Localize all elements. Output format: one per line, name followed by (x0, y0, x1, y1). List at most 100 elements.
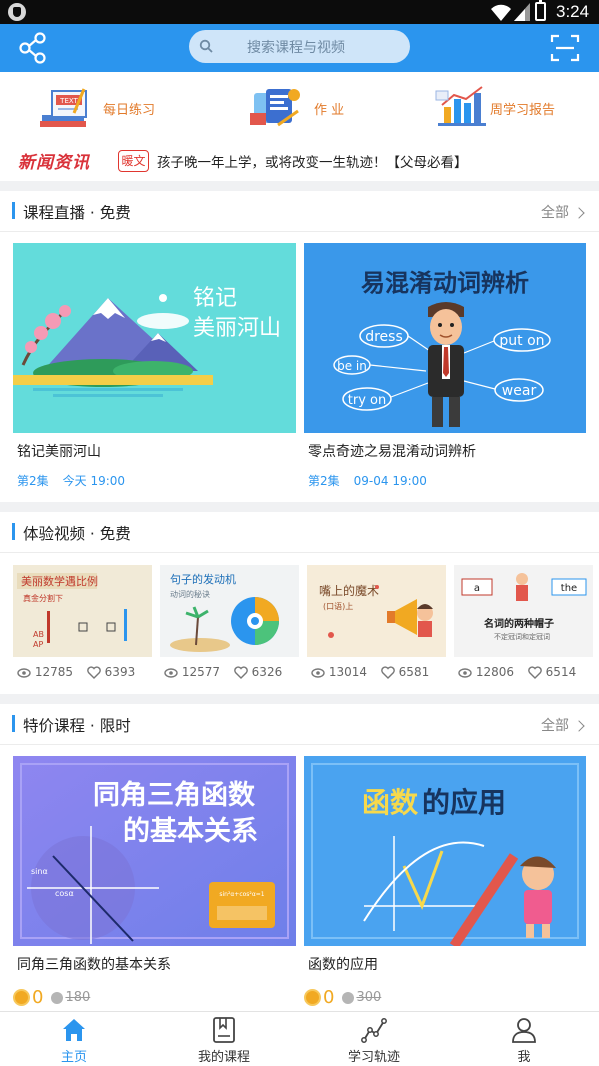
shortcut-label: 每日练习 (103, 103, 156, 118)
schedule-time: 今天 19:00 (62, 474, 126, 488)
thumbnail-text: 美丽河山 (193, 316, 281, 341)
bottom-nav: 主页 我的课程 学习轨迹 我 (0, 1011, 599, 1066)
nav-learning-track[interactable]: 学习轨迹 (314, 1012, 434, 1066)
svg-text:sinα: sinα (31, 867, 48, 876)
video-thumbnail: 句子的发动机 动词的秘诀 (160, 565, 299, 657)
svg-text:AP: AP (33, 640, 43, 649)
share-icon[interactable] (18, 32, 48, 64)
nav-home[interactable]: 主页 (14, 1012, 134, 1066)
like-count: 6326 (251, 665, 283, 679)
eye-icon (17, 667, 31, 678)
special-course-card[interactable]: 函数 的应用 函数的应用 0 300 (304, 756, 586, 1008)
course-thumbnail: 易混淆动词辨析 dress put on be in wear try on (304, 243, 586, 433)
thumbnail-text: 句子的发动机 (170, 572, 236, 586)
original-price: 180 (65, 990, 91, 1005)
notification-icon (8, 3, 26, 21)
current-price: 0 (323, 987, 335, 1008)
section-title: 课程直播 · 免费 (23, 204, 131, 222)
news-headline[interactable]: 孩子晚一年上学，或将改变一生轨迹！【父母必看】 (157, 151, 468, 171)
course-thumbnail: 铭记 美丽河山 (13, 243, 296, 433)
section-title: 体验视频 · 免费 (23, 525, 131, 543)
news-tag: 暖文 (118, 150, 149, 172)
view-count: 13014 (328, 665, 368, 679)
like-count: 6393 (104, 665, 136, 679)
nav-label: 我的课程 (197, 1050, 250, 1065)
divider (0, 552, 599, 553)
news-logo: 新闻资讯 (18, 153, 90, 173)
special-more-button[interactable]: 全部 (541, 715, 585, 735)
battery-icon (535, 0, 546, 21)
episode-label: 第2集 (17, 474, 49, 488)
eye-icon (311, 667, 325, 678)
trial-video-card[interactable]: a the 名词的两种帽子 不定冠词和定冠词 12806 6514 (454, 565, 593, 685)
top-bar: 搜索课程与视频 (0, 24, 599, 72)
view-count: 12806 (475, 665, 515, 679)
shortcut-daily-practice[interactable]: TEXT 每日练习 (38, 82, 168, 132)
thumbnail-title: 易混淆动词辨析 (361, 269, 529, 297)
svg-text:TEXT: TEXT (59, 97, 78, 105)
course-thumbnail: 同角三角函数 的基本关系 sinα cosα sin²α+cos²α=1 (13, 756, 296, 946)
thumbnail-title: 的应用 (422, 786, 506, 819)
special-course-card[interactable]: 同角三角函数 的基本关系 sinα cosα sin²α+cos²α=1 同角三… (13, 756, 296, 1008)
like-count: 6581 (398, 665, 430, 679)
price-tag: 0 180 (13, 987, 90, 1008)
practice-icon: TEXT (40, 88, 87, 127)
course-title: 函数的应用 (308, 957, 378, 973)
thumbnail-word: the (561, 583, 577, 594)
episode-label: 第2集 (308, 474, 340, 488)
thumbnail-subtext: (口语)上 (323, 601, 353, 611)
eye-icon (164, 667, 178, 678)
section-accent-bar (12, 715, 15, 732)
thumbnail-text: 铭记 (193, 286, 237, 311)
live-more-button[interactable]: 全部 (541, 202, 585, 222)
nav-label: 我 (517, 1050, 531, 1065)
shortcut-homework[interactable]: 作 业 (248, 82, 358, 132)
divider (0, 744, 599, 745)
scan-icon[interactable] (550, 33, 580, 63)
video-stats: 12785 6393 (17, 665, 135, 679)
more-label: 全部 (541, 718, 569, 734)
word-bubble: put on (499, 333, 544, 349)
view-count: 12577 (181, 665, 221, 679)
svg-text:sin²α+cos²α=1: sin²α+cos²α=1 (219, 891, 264, 898)
report-icon (435, 86, 486, 126)
section-gap (0, 502, 599, 512)
original-price: 300 (356, 990, 382, 1005)
trial-video-card[interactable]: 句子的发动机 动词的秘诀 12577 6326 (160, 565, 299, 685)
live-course-card[interactable]: 铭记 美丽河山 铭记美丽河山 第2集 今天 19:00 (13, 243, 296, 493)
word-bubble: wear (502, 383, 537, 399)
video-thumbnail: 美丽数学遇比例 真金分割下 AB AP (13, 565, 152, 657)
heart-icon (381, 666, 395, 679)
thumbnail-subtext: 不定冠词和定冠词 (494, 632, 550, 641)
nav-label: 学习轨迹 (347, 1050, 400, 1065)
coin-icon (13, 989, 30, 1006)
thumbnail-word: a (474, 583, 480, 594)
thumbnail-subtext: 真金分割下 (23, 593, 63, 603)
section-title: 特价课程 · 限时 (23, 717, 131, 735)
live-course-card[interactable]: 易混淆动词辨析 dress put on be in wear try on 零… (304, 243, 586, 493)
search-icon (199, 39, 213, 53)
svg-text:AB: AB (33, 630, 44, 639)
word-bubble: dress (365, 329, 403, 345)
search-input[interactable]: 搜索课程与视频 (189, 30, 410, 63)
section-accent-bar (12, 202, 15, 219)
status-time: 3:24 (556, 2, 590, 21)
thumbnail-text: 美丽数学遇比例 (21, 574, 98, 588)
search-placeholder: 搜索课程与视频 (247, 40, 345, 56)
video-stats: 13014 6581 (311, 665, 429, 679)
nav-me[interactable]: 我 (464, 1012, 584, 1066)
chevron-right-icon (573, 207, 585, 219)
section-gap (0, 181, 599, 191)
trial-video-card[interactable]: 嘴上的魔术 (口语)上 13014 6581 (307, 565, 446, 685)
video-thumbnail: 嘴上的魔术 (口语)上 (307, 565, 446, 657)
heart-icon (87, 666, 101, 679)
trial-video-card[interactable]: 美丽数学遇比例 真金分割下 AB AP 12785 6393 (13, 565, 152, 685)
nav-my-courses[interactable]: 我的课程 (164, 1012, 284, 1066)
video-stats: 12577 6326 (164, 665, 282, 679)
trend-icon (361, 1018, 387, 1043)
shortcut-weekly-report[interactable]: 周学习报告 (434, 82, 574, 132)
svg-text:cosα: cosα (55, 889, 74, 898)
person-icon (512, 1018, 536, 1043)
heart-icon (234, 666, 248, 679)
shortcut-label: 周学习报告 (490, 103, 556, 118)
